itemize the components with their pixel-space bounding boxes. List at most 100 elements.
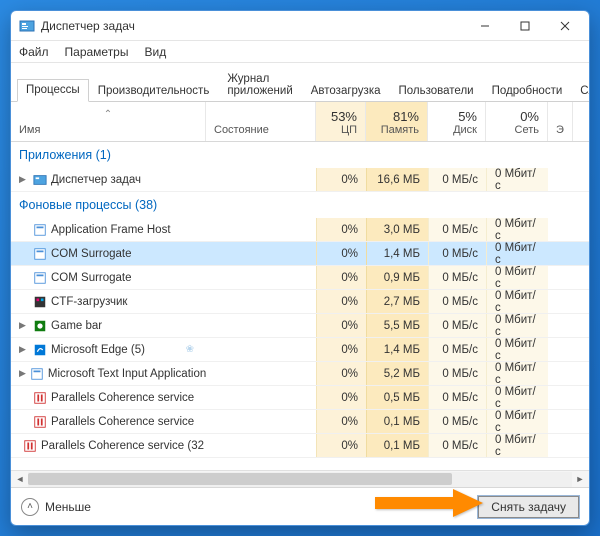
process-name: Game bar	[51, 320, 102, 332]
process-name: COM Surrogate	[51, 248, 132, 260]
chevron-right-icon[interactable]: ▶	[19, 368, 26, 379]
cpu-value: 0%	[316, 314, 366, 337]
col-name[interactable]: ⌃ Имя	[11, 102, 206, 141]
tab-performance[interactable]: Производительность	[89, 80, 219, 102]
table-row[interactable]: Parallels Coherence service0%0,1 МБ0 МБ/…	[11, 410, 589, 434]
menu-file[interactable]: Файл	[17, 43, 51, 61]
process-icon	[33, 319, 47, 333]
window-title: Диспетчер задач	[41, 19, 465, 33]
horizontal-scrollbar[interactable]: ◄ ►	[11, 470, 589, 487]
network-value: 0 Мбит/с	[486, 168, 548, 191]
process-name: CTF-загрузчик	[51, 296, 127, 308]
col-cpu[interactable]: 53% ЦП	[316, 102, 366, 141]
table-row[interactable]: ▶Microsoft Edge (5)❀0%1,4 МБ0 МБ/с0 Мбит…	[11, 338, 589, 362]
col-network[interactable]: 0% Сеть	[486, 102, 548, 141]
chevron-right-icon[interactable]: ▶	[19, 344, 29, 355]
process-status	[206, 314, 316, 337]
scroll-thumb[interactable]	[28, 473, 452, 485]
table-header: ⌃ Имя Состояние 53% ЦП 81% Память 5% Дис…	[11, 102, 589, 142]
scroll-left-icon[interactable]: ◄	[12, 472, 28, 487]
annotation-arrow-icon	[375, 487, 485, 522]
network-value: 0 Мбит/с	[486, 314, 548, 337]
process-icon	[33, 295, 47, 309]
table-row[interactable]: Parallels Coherence service (32 …0%0,1 М…	[11, 434, 589, 458]
col-extra[interactable]: Э	[548, 102, 573, 141]
network-value: 0 Мбит/с	[486, 242, 548, 265]
network-value: 0 Мбит/с	[486, 266, 548, 289]
fewer-details-label: Меньше	[45, 500, 91, 514]
network-value: 0 Мбит/с	[486, 290, 548, 313]
disk-value: 0 МБ/с	[428, 266, 486, 289]
process-status	[206, 242, 316, 265]
disk-value: 0 МБ/с	[428, 386, 486, 409]
menu-view[interactable]: Вид	[142, 43, 168, 61]
cpu-value: 0%	[316, 338, 366, 361]
chevron-up-icon: ˄	[21, 498, 39, 516]
chevron-right-icon[interactable]: ▶	[19, 174, 29, 185]
table-row[interactable]: ▶ Game bar 0%5,5 МБ0 МБ/с0 Мбит/с	[11, 314, 589, 338]
close-button[interactable]	[545, 12, 585, 40]
process-icon	[33, 173, 47, 187]
process-status	[206, 434, 316, 457]
process-icon	[33, 223, 47, 237]
tab-processes[interactable]: Процессы	[17, 79, 89, 102]
process-status	[206, 410, 316, 433]
disk-value: 0 МБ/с	[428, 410, 486, 433]
cpu-value: 0%	[316, 410, 366, 433]
process-icon	[33, 415, 47, 429]
process-icon	[23, 439, 37, 453]
table-row[interactable]: ▶Диспетчер задач0%16,6 МБ0 МБ/с0 Мбит/с	[11, 168, 589, 192]
table-row[interactable]: ▶Microsoft Text Input Application0%5,2 М…	[11, 362, 589, 386]
memory-value: 16,6 МБ	[366, 168, 428, 191]
network-value: 0 Мбит/с	[486, 218, 548, 241]
group-apps[interactable]: Приложения (1)	[11, 142, 589, 168]
memory-value: 5,5 МБ	[366, 314, 428, 337]
process-name: COM Surrogate	[51, 272, 132, 284]
process-name: Parallels Coherence service	[51, 416, 194, 428]
col-status[interactable]: Состояние	[206, 102, 316, 141]
tab-details[interactable]: Подробности	[483, 80, 572, 102]
scroll-track[interactable]	[28, 472, 572, 487]
process-icon	[33, 247, 47, 261]
maximize-button[interactable]	[505, 12, 545, 40]
tab-users[interactable]: Пользователи	[390, 80, 483, 102]
memory-value: 5,2 МБ	[366, 362, 428, 385]
tab-services[interactable]: Службы	[571, 80, 590, 102]
cpu-value: 0%	[316, 242, 366, 265]
tab-app-history[interactable]: Журнал приложений	[218, 68, 301, 102]
chevron-right-icon[interactable]: ▶	[19, 320, 29, 331]
table-row[interactable]: Application Frame Host0%3,0 МБ0 МБ/с0 Мб…	[11, 218, 589, 242]
fewer-details-button[interactable]: ˄ Меньше	[21, 498, 91, 516]
cpu-value: 0%	[316, 168, 366, 191]
cpu-value: 0%	[316, 434, 366, 457]
process-table: ⌃ Имя Состояние 53% ЦП 81% Память 5% Дис…	[11, 102, 589, 487]
table-row[interactable]: COM Surrogate0%1,4 МБ0 МБ/с0 Мбит/с	[11, 242, 589, 266]
process-name: Parallels Coherence service	[51, 392, 194, 404]
scroll-right-icon[interactable]: ►	[572, 472, 588, 487]
disk-value: 0 МБ/с	[428, 314, 486, 337]
table-row[interactable]: COM Surrogate0%0,9 МБ0 МБ/с0 Мбит/с	[11, 266, 589, 290]
col-memory[interactable]: 81% Память	[366, 102, 428, 141]
cpu-value: 0%	[316, 362, 366, 385]
process-status	[206, 218, 316, 241]
disk-value: 0 МБ/с	[428, 168, 486, 191]
table-row[interactable]: Parallels Coherence service0%0,5 МБ0 МБ/…	[11, 386, 589, 410]
tab-startup[interactable]: Автозагрузка	[302, 80, 390, 102]
memory-value: 1,4 МБ	[366, 338, 428, 361]
menu-options[interactable]: Параметры	[63, 43, 131, 61]
table-row[interactable]: CTF-загрузчик0%2,7 МБ0 МБ/с0 Мбит/с	[11, 290, 589, 314]
titlebar[interactable]: Диспетчер задач	[11, 11, 589, 41]
leaf-icon: ❀	[186, 344, 194, 355]
chevron-up-icon: ⌃	[19, 109, 197, 120]
network-value: 0 Мбит/с	[486, 410, 548, 433]
menubar: Файл Параметры Вид	[11, 41, 589, 63]
process-icon	[33, 271, 47, 285]
group-background[interactable]: Фоновые процессы (38)	[11, 192, 589, 218]
col-disk[interactable]: 5% Диск	[428, 102, 486, 141]
process-status	[206, 338, 316, 361]
disk-value: 0 МБ/с	[428, 218, 486, 241]
memory-value: 1,4 МБ	[366, 242, 428, 265]
process-name: Parallels Coherence service (32 …	[41, 440, 206, 452]
end-task-button[interactable]: Снять задачу	[478, 496, 579, 518]
minimize-button[interactable]	[465, 12, 505, 40]
